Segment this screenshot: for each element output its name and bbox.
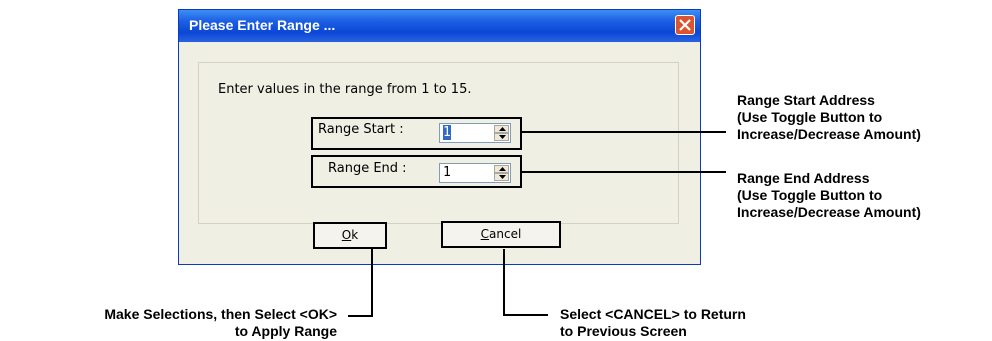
annotation-range-end: Range End Address (Use Toggle Button to …	[737, 170, 921, 220]
callout-line-ok	[348, 249, 373, 317]
callout-line-cancel	[503, 249, 548, 316]
annotation-cancel: Select <CANCEL> to Return to Previous Sc…	[560, 306, 746, 339]
annotation-ok: Make Selections, then Select <OK> to App…	[104, 306, 337, 339]
annotation-range-start: Range Start Address (Use Toggle Button t…	[737, 92, 921, 142]
